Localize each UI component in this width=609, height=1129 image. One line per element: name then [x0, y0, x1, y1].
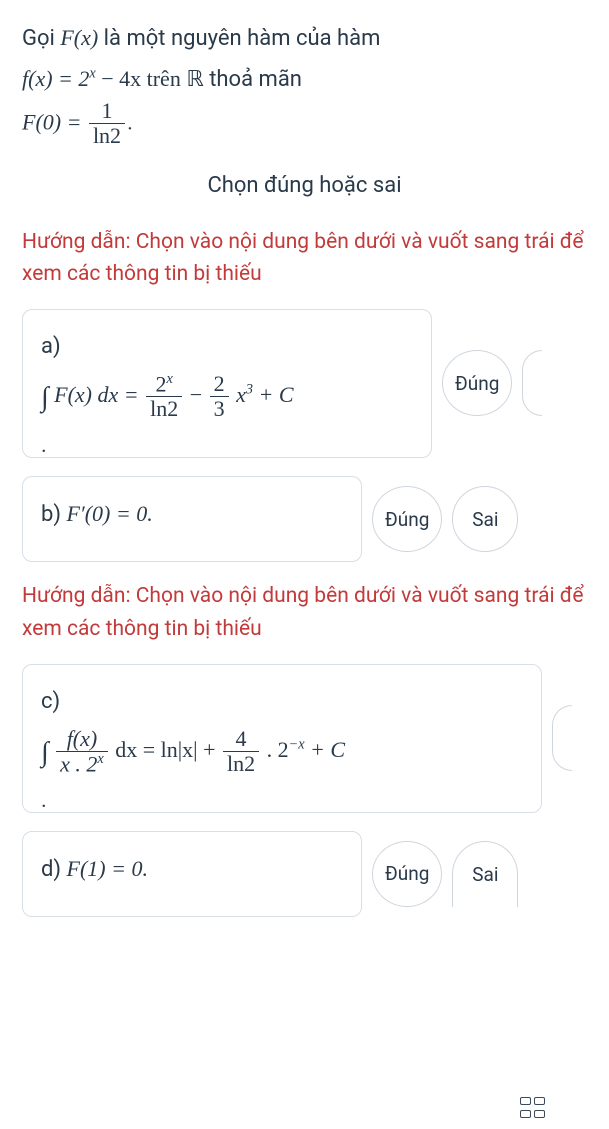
instruction-title: Chọn đúng hoặc sai — [22, 173, 587, 198]
sai-button-b[interactable]: Sai — [452, 486, 518, 552]
numerator: 1 — [89, 99, 125, 123]
fraction: 2x ln2 — [146, 372, 182, 422]
dung-button-d[interactable]: Đúng — [372, 841, 442, 907]
item-label-c: c) — [41, 681, 523, 723]
item-card-a[interactable]: a) ∫ F(x) dx = 2x ln2 − 2 3 x3 + C . — [22, 309, 432, 458]
numerator: 2x — [146, 372, 182, 397]
math-F: F(x) — [60, 25, 98, 50]
item-row-a: a) ∫ F(x) dx = 2x ln2 − 2 3 x3 + C . Đún… — [22, 309, 587, 458]
numerator: f(x) — [56, 727, 108, 751]
text: thoả mãn — [209, 67, 302, 92]
item-label-a: a) — [41, 326, 413, 368]
text: là một nguyên hàm của hàm — [104, 26, 381, 51]
denominator: 3 — [210, 396, 229, 421]
math-expr: F′(0) = 0. — [66, 501, 152, 526]
mid: dx = ln|x| + — [115, 737, 221, 762]
item-card-c[interactable]: c) ∫ f(x) x . 2x dx = ln|x| + 4 ln2 . 2−… — [22, 664, 542, 813]
problem-statement: Gọi F(x) là một nguyên hàm của hàm f(x) … — [22, 18, 587, 149]
dung-button-a[interactable]: Đúng — [442, 350, 512, 416]
item-card-b[interactable]: b) F′(0) = 0. — [22, 476, 362, 563]
sai-button-d[interactable]: Sai — [452, 841, 518, 907]
period: . — [127, 111, 133, 136]
x: x — [236, 382, 246, 407]
integral-sign: ∫ — [41, 382, 49, 413]
item-row-b: b) F′(0) = 0. Đúng Sai — [22, 476, 587, 563]
item-row-c: c) ∫ f(x) x . 2x dx = ln|x| + 4 ln2 . 2−… — [22, 664, 587, 813]
numerator: 2 — [210, 372, 229, 396]
hint-text: Hướng dẫn: Chọn vào nội dung bên dưới và… — [22, 226, 587, 291]
sup-3: 3 — [246, 382, 253, 398]
dung-button-c-partial[interactable] — [552, 705, 572, 771]
period: . — [41, 780, 523, 786]
grid-icon[interactable] — [515, 1097, 549, 1119]
period: . — [41, 425, 413, 431]
tail: + C — [310, 737, 345, 762]
real-symbol: ℝ — [186, 66, 203, 91]
sup-exp: −x — [289, 737, 305, 753]
math-expr: F(1) = 0. — [67, 856, 148, 881]
fraction: f(x) x . 2x — [56, 727, 108, 777]
fraction: 1 ln2 — [89, 99, 125, 148]
denominator: ln2 — [89, 123, 125, 148]
item-label-b: b) — [41, 502, 66, 527]
dung-button-b[interactable]: Đúng — [372, 486, 442, 552]
mid2: . 2 — [267, 737, 289, 762]
text: Gọi — [22, 26, 60, 51]
math-f: f(x) = 2 — [22, 66, 89, 91]
tail: + C — [258, 382, 293, 407]
numerator: 4 — [223, 727, 259, 751]
sup-x: x — [89, 65, 95, 81]
hint-text-2: Hướng dẫn: Chọn vào nội dung bên dưới và… — [22, 580, 587, 645]
denominator: x . 2x — [56, 751, 108, 777]
text: − 4x trên — [101, 66, 186, 91]
fraction: 4 ln2 — [223, 727, 259, 776]
fraction: 2 3 — [210, 372, 229, 421]
sai-button-a-partial[interactable] — [522, 350, 542, 416]
math-lhs: F(x) dx = — [54, 382, 144, 407]
minus: − — [190, 382, 208, 407]
integral-sign: ∫ — [41, 737, 49, 768]
item-row-d: d) F(1) = 0. Đúng Sai — [22, 831, 587, 918]
denominator: ln2 — [146, 396, 182, 421]
math-lhs: F(0) = — [22, 110, 87, 135]
item-label-d: d) — [41, 857, 67, 882]
denominator: ln2 — [223, 751, 259, 776]
item-card-d[interactable]: d) F(1) = 0. — [22, 831, 362, 918]
